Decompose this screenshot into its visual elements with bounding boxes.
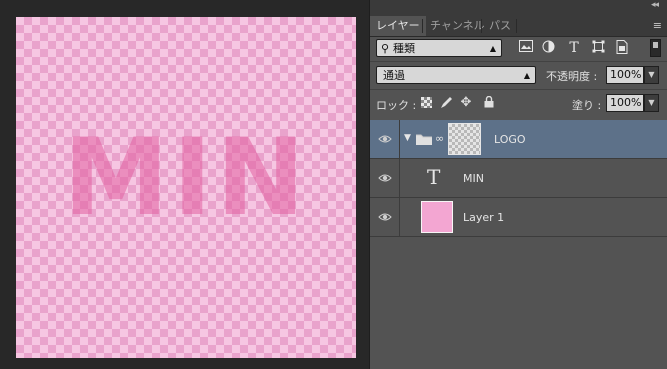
tab-separator: [422, 19, 423, 33]
text-layer-icon: T: [427, 165, 441, 189]
folder-icon: [416, 134, 432, 145]
layer-name: Layer 1: [463, 211, 505, 224]
layer-row-min[interactable]: T MIN: [370, 159, 667, 198]
link-icon: ∞: [435, 132, 445, 145]
lock-label: ロック :: [376, 99, 417, 112]
adjustment-filter-icon[interactable]: [540, 40, 556, 56]
group-mask-thumbnail[interactable]: [448, 123, 481, 155]
eye-icon: [378, 213, 392, 221]
panel-menu-icon[interactable]: ≡: [653, 19, 662, 32]
divider: [370, 61, 667, 62]
opacity-label: 不透明度 :: [546, 70, 598, 83]
eye-icon: [378, 174, 392, 182]
layers-panel: ◂◂ レイヤー チャンネル パス ≡ ⚲ 種類 ▲ T 通過 ▲ 不透明度 : …: [369, 0, 667, 369]
visibility-toggle[interactable]: [370, 159, 400, 197]
filter-kind-label: 種類: [393, 42, 415, 55]
smart-object-filter-icon[interactable]: [614, 40, 630, 56]
shape-filter-icon[interactable]: [590, 40, 606, 56]
tab-paths[interactable]: パス: [483, 16, 517, 36]
tab-layers[interactable]: レイヤー: [370, 16, 426, 36]
dropdown-arrow-icon: ▲: [523, 71, 530, 80]
type-filter-icon[interactable]: T: [566, 40, 582, 56]
blend-mode-select[interactable]: 通過 ▲: [376, 66, 536, 84]
divider: [370, 89, 667, 90]
opacity-input[interactable]: 100%: [606, 66, 644, 84]
min-text-layer-content: MIN: [63, 116, 309, 239]
layer-thumbnail[interactable]: [421, 201, 453, 233]
eye-icon: [378, 135, 392, 143]
tab-separator: [481, 19, 482, 33]
document-canvas[interactable]: MIN: [16, 17, 356, 358]
panel-tab-bar: レイヤー チャンネル パス ≡: [370, 14, 667, 37]
fill-input[interactable]: 100%: [606, 94, 644, 112]
tab-separator: [516, 19, 517, 33]
indent-guide: [400, 159, 401, 197]
layer-name: MIN: [463, 172, 484, 185]
collapse-panels-icon[interactable]: ◂◂: [651, 0, 659, 10]
visibility-toggle[interactable]: [370, 120, 400, 158]
layer-row-layer-1[interactable]: Layer 1: [370, 198, 667, 237]
search-icon: ⚲: [381, 42, 390, 55]
canvas-area: MIN: [0, 0, 368, 369]
lock-image-pixels-icon[interactable]: [439, 96, 453, 110]
opacity-slider-arrow-icon[interactable]: ▼: [644, 66, 659, 84]
lock-all-icon[interactable]: [482, 95, 496, 110]
blend-mode-label: 通過: [383, 69, 405, 82]
expand-arrow-icon[interactable]: ▼: [404, 133, 411, 143]
visibility-toggle[interactable]: [370, 198, 400, 236]
layer-row-logo[interactable]: ▼ ∞ LOGO: [370, 120, 667, 159]
lock-transparent-pixels-icon[interactable]: [421, 97, 432, 108]
fill-label: 塗り :: [572, 99, 602, 112]
image-filter-icon[interactable]: [518, 40, 534, 56]
layer-filter-select[interactable]: ⚲ 種類 ▲: [376, 39, 502, 57]
filter-toggle-switch[interactable]: [650, 39, 661, 57]
dropdown-arrow-icon: ▲: [489, 44, 496, 53]
lock-position-icon[interactable]: ✥: [459, 96, 473, 110]
fill-slider-arrow-icon[interactable]: ▼: [644, 94, 659, 112]
panel-collapse-bar: ◂◂: [370, 0, 667, 14]
layer-name: LOGO: [494, 133, 526, 146]
